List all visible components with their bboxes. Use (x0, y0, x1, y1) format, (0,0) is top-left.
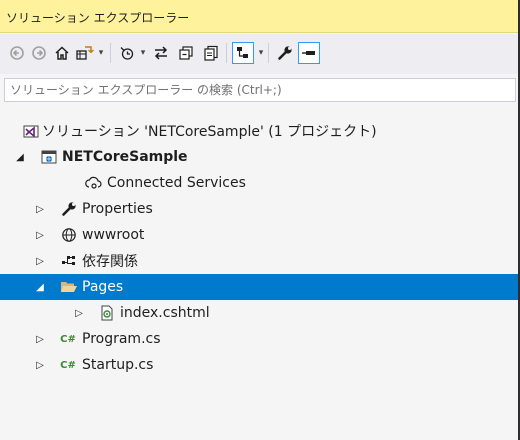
collapsed-arrow-icon[interactable]: ▷ (34, 229, 46, 241)
pin-icon (302, 51, 315, 55)
collapse-all-icon (179, 46, 193, 60)
program-cs-label: Program.cs (82, 331, 161, 347)
toolbar-separator (110, 43, 111, 63)
switch-views-button[interactable] (74, 42, 96, 64)
collapsed-arrow-icon[interactable]: ▷ (34, 203, 46, 215)
switch-views-icon (76, 46, 94, 60)
preview-selected-icon (237, 47, 248, 58)
globe-icon (60, 226, 78, 244)
back-icon (10, 46, 24, 60)
solution-label: ソリューション 'NETCoreSample' (1 プロジェクト) (42, 124, 377, 140)
auto-hide-button[interactable] (298, 42, 320, 64)
forward-button[interactable] (28, 42, 50, 64)
tree-item-startup-cs[interactable]: ▷ C# Startup.cs (0, 352, 518, 378)
startup-cs-label: Startup.cs (82, 357, 154, 373)
wwwroot-label: wwwroot (82, 227, 145, 243)
home-button[interactable] (51, 42, 73, 64)
razor-file-icon (98, 304, 116, 322)
home-icon (55, 46, 69, 60)
show-all-files-icon (204, 45, 218, 61)
properties-label: Properties (82, 201, 153, 217)
collapsed-arrow-icon[interactable]: ▷ (34, 333, 46, 345)
track-active-item-dropdown[interactable]: ▾ (256, 42, 266, 64)
solution-explorer-panel: ソリューション エクスプローラー ▾ ▾ ▾ ソリューション エクスプローラー … (0, 0, 520, 440)
title-bar: ソリューション エクスプローラー (0, 0, 518, 33)
show-all-files-button[interactable] (200, 42, 222, 64)
tree-item-solution[interactable]: ソリューション 'NETCoreSample' (1 プロジェクト) (0, 118, 518, 144)
collapse-all-button[interactable] (175, 42, 197, 64)
properties-wrench-icon (278, 46, 292, 60)
search-input[interactable] (5, 79, 490, 101)
csharp-file-icon: C# (60, 333, 76, 345)
pending-changes-dropdown[interactable]: ▾ (138, 42, 148, 64)
toolbar-separator (268, 43, 269, 63)
web-project-icon (40, 148, 58, 166)
tree-item-program-cs[interactable]: ▷ C# Program.cs (0, 326, 518, 352)
forward-icon (32, 46, 46, 60)
tree-item-connected-services[interactable]: Connected Services (0, 170, 518, 196)
connected-services-label: Connected Services (107, 175, 246, 191)
track-active-item-button[interactable] (232, 42, 254, 64)
expanded-arrow-icon[interactable]: ◢ (34, 281, 46, 293)
dependencies-label: 依存関係 (82, 254, 138, 270)
collapsed-arrow-icon[interactable]: ▷ (34, 359, 46, 371)
tree-item-dependencies[interactable]: ▷ 依存関係 (0, 248, 518, 274)
history-icon (120, 47, 134, 60)
collapsed-arrow-icon[interactable]: ▷ (34, 255, 46, 267)
toolbar-separator (226, 43, 227, 63)
tree-item-wwwroot[interactable]: ▷ wwwroot (0, 222, 518, 248)
sync-icon (154, 46, 168, 60)
visual-studio-solution-icon (22, 122, 40, 140)
toolbar: ▾ ▾ ▾ (0, 34, 518, 74)
pages-label: Pages (82, 279, 124, 295)
tree-item-properties[interactable]: ▷ Properties (0, 196, 518, 222)
tree-item-index-cshtml[interactable]: ▷ index.cshtml (0, 300, 518, 326)
search-box[interactable] (4, 78, 516, 102)
expanded-arrow-icon[interactable]: ◢ (14, 151, 26, 163)
switch-views-dropdown[interactable]: ▾ (96, 42, 106, 64)
dependencies-icon (60, 252, 78, 270)
wrench-icon (60, 200, 78, 218)
index-cshtml-label: index.cshtml (120, 305, 210, 321)
panel-title: ソリューション エクスプローラー (6, 11, 190, 25)
project-label: NETCoreSample (62, 149, 188, 165)
collapsed-arrow-icon[interactable]: ▷ (73, 307, 85, 319)
connected-services-icon (85, 174, 103, 192)
properties-button[interactable] (274, 42, 296, 64)
pending-changes-button[interactable] (116, 42, 138, 64)
sync-button[interactable] (150, 42, 172, 64)
back-button[interactable] (6, 42, 28, 64)
csharp-file-icon: C# (60, 359, 76, 371)
tree-item-pages[interactable]: ◢ Pages (0, 274, 518, 300)
folder-open-icon (60, 278, 78, 296)
tree-item-project[interactable]: ◢ NETCoreSample (0, 144, 518, 170)
